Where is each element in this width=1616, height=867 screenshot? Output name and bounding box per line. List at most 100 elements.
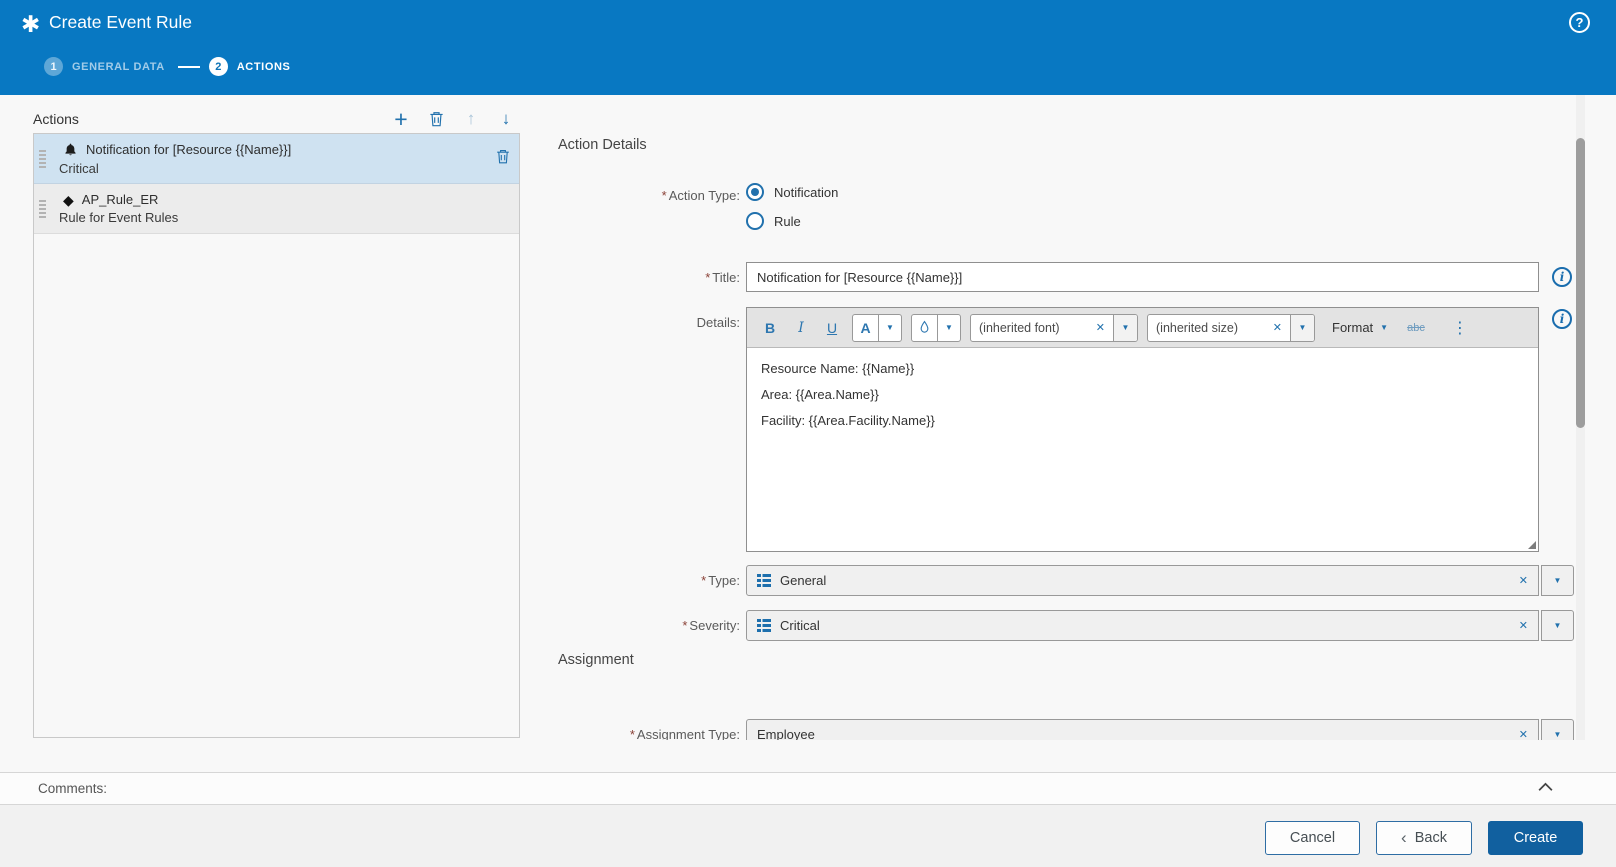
type-dropdown-button[interactable]: ▼ (1541, 565, 1574, 596)
font-size-dropdown[interactable]: ▼ (1290, 315, 1314, 341)
action-details-pane: Action Details *Action Type: Notificatio… (558, 95, 1576, 740)
chevron-down-icon: ▼ (1554, 621, 1562, 630)
assignment-type-select[interactable]: Employee ✕ (746, 719, 1539, 740)
assignment-type-dropdown-button[interactable]: ▼ (1541, 719, 1574, 740)
font-name-combobox: (inherited font) ✕ ▼ (970, 314, 1138, 342)
clear-formatting-button[interactable]: abc (1407, 322, 1425, 334)
severity-select[interactable]: Critical ✕ (746, 610, 1539, 641)
assignment-heading: Assignment (558, 652, 634, 668)
actions-list-title: Actions (33, 111, 79, 127)
clear-icon[interactable]: ✕ (1096, 321, 1105, 334)
editor-content[interactable]: Resource Name: {{Name}} Area: {{Area.Nam… (747, 348, 1538, 551)
page-title: Create Event Rule (49, 12, 192, 33)
type-label: Type: (708, 573, 740, 588)
format-dropdown-button[interactable]: Format ▼ (1332, 320, 1388, 335)
font-name-dropdown[interactable]: ▼ (1113, 315, 1137, 341)
action-item-title: Notification for [Resource {{Name}}] (86, 142, 291, 157)
clear-icon[interactable]: ✕ (1519, 728, 1528, 740)
title-row: *Title: i (558, 262, 1572, 292)
required-asterisk: * (662, 188, 667, 203)
highlight-color-button[interactable] (912, 315, 938, 341)
editor-line: Area: {{Area.Name}} (761, 387, 1524, 402)
chevron-down-icon: ▼ (1554, 730, 1562, 739)
assignment-type-value: Employee (757, 727, 1510, 740)
type-value: General (780, 573, 1510, 588)
step-2-label[interactable]: ACTIONS (237, 61, 291, 73)
arrow-down-icon: ↓ (502, 109, 511, 129)
font-size-value[interactable]: (inherited size) ✕ (1148, 315, 1290, 341)
create-event-rule-window: ✱ Create Event Rule ? 1 GENERAL DATA 2 A… (0, 0, 1616, 867)
chevron-down-icon: ▼ (1122, 323, 1130, 332)
font-color-button[interactable]: A (853, 315, 879, 341)
severity-dropdown-button[interactable]: ▼ (1541, 610, 1574, 641)
action-type-row: *Action Type: Notification Rule (558, 183, 838, 230)
delete-item-button[interactable] (495, 148, 511, 170)
move-down-button[interactable]: ↓ (496, 109, 516, 129)
editor-line: Facility: {{Area.Facility.Name}} (761, 413, 1524, 428)
chevron-down-icon: ▼ (1299, 323, 1307, 332)
delete-action-button[interactable] (426, 109, 446, 129)
bell-icon (63, 142, 78, 158)
required-asterisk: * (630, 727, 635, 740)
app-header: ✱ Create Event Rule ? 1 GENERAL DATA 2 A… (0, 0, 1616, 95)
help-icon[interactable]: ? (1569, 12, 1590, 33)
clear-icon[interactable]: ✕ (1273, 321, 1282, 334)
more-options-button[interactable]: ⋮ (1452, 318, 1468, 338)
title-label: Title: (712, 270, 740, 285)
font-color-dropdown[interactable]: ▼ (879, 315, 901, 341)
scrollbar-thumb[interactable] (1576, 138, 1585, 428)
action-item-subtitle: Critical (59, 161, 495, 176)
type-select[interactable]: General ✕ (746, 565, 1539, 596)
asterisk-app-icon: ✱ (21, 11, 40, 37)
details-row: Details: B I U A ▼ (558, 307, 1572, 552)
droplet-icon (918, 320, 931, 335)
add-action-button[interactable]: + (391, 109, 411, 129)
wizard-stepper: 1 GENERAL DATA 2 ACTIONS (44, 57, 290, 76)
step-1-circle[interactable]: 1 (44, 57, 63, 76)
radio-notification[interactable]: Notification (746, 183, 838, 201)
assignment-type-row: *Assignment Type: Employee ✕ ▼ (558, 719, 1574, 740)
editor-toolbar: B I U A ▼ ▼ (747, 308, 1538, 348)
chevron-down-icon: ▼ (886, 323, 894, 332)
back-button[interactable]: ‹ Back (1376, 821, 1472, 855)
action-list-item-notification[interactable]: Notification for [Resource {{Name}}] Cri… (34, 134, 519, 184)
font-size-combobox: (inherited size) ✕ ▼ (1147, 314, 1315, 342)
radio-notification-label: Notification (774, 185, 838, 200)
italic-button[interactable]: I (790, 316, 812, 340)
step-1-label[interactable]: GENERAL DATA (72, 61, 165, 73)
list-icon (757, 619, 771, 632)
highlight-color-dropdown[interactable]: ▼ (938, 315, 960, 341)
action-details-heading: Action Details (558, 137, 647, 153)
resize-handle[interactable] (1528, 541, 1536, 549)
severity-row: *Severity: Critical ✕ ▼ (558, 610, 1574, 641)
info-icon[interactable]: i (1552, 267, 1572, 287)
radio-selected-icon (746, 183, 764, 201)
trash-icon (428, 110, 445, 128)
actions-toolbar: + ↑ ↓ (391, 109, 520, 129)
move-up-button[interactable]: ↑ (461, 109, 481, 129)
step-2-circle[interactable]: 2 (209, 57, 228, 76)
scrollbar-track[interactable] (1576, 95, 1585, 740)
collapse-comments-button[interactable] (1537, 781, 1554, 792)
radio-rule[interactable]: Rule (746, 212, 838, 230)
type-row: *Type: General ✕ ▼ (558, 565, 1574, 596)
drag-handle-icon[interactable] (39, 190, 49, 227)
action-item-subtitle: Rule for Event Rules (59, 210, 511, 225)
step-connector (178, 66, 200, 68)
create-button[interactable]: Create (1488, 821, 1583, 855)
clear-icon[interactable]: ✕ (1519, 619, 1528, 632)
chevron-left-icon: ‹ (1401, 831, 1407, 845)
clear-icon[interactable]: ✕ (1519, 574, 1528, 587)
title-input[interactable] (746, 262, 1539, 292)
actions-list: Notification for [Resource {{Name}}] Cri… (33, 133, 520, 738)
drag-handle-icon[interactable] (39, 140, 49, 177)
cancel-button[interactable]: Cancel (1265, 821, 1360, 855)
action-list-item-rule[interactable]: ◆ AP_Rule_ER Rule for Event Rules (34, 184, 519, 234)
info-icon[interactable]: i (1552, 309, 1572, 329)
severity-label: Severity: (689, 618, 740, 633)
required-asterisk: * (705, 270, 710, 285)
bold-button[interactable]: B (759, 316, 781, 340)
diamond-icon: ◆ (63, 193, 74, 207)
underline-button[interactable]: U (821, 316, 843, 340)
font-name-value[interactable]: (inherited font) ✕ (971, 315, 1113, 341)
